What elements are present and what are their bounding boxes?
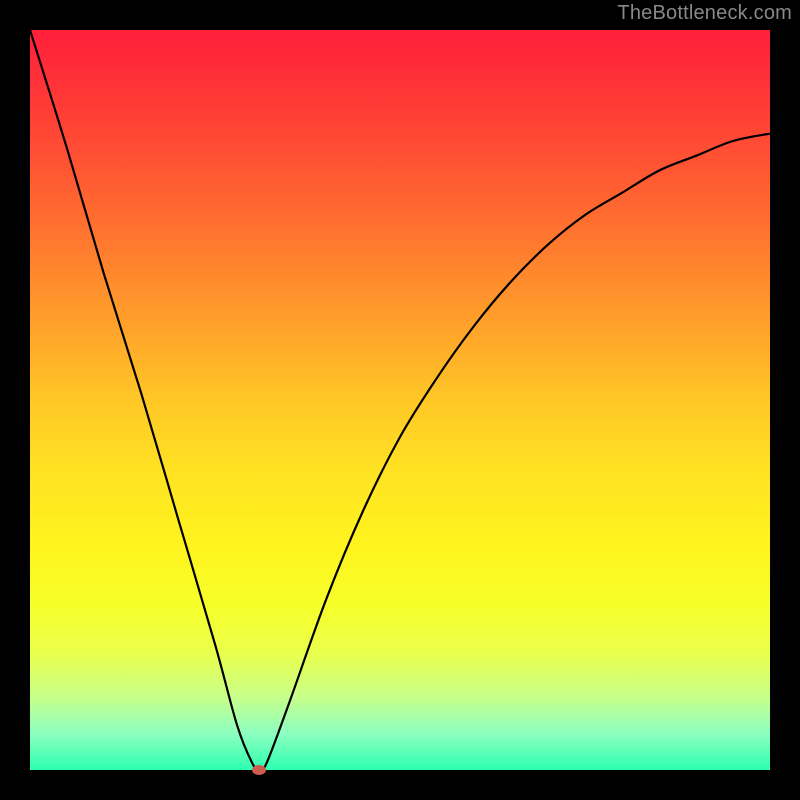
plot-area <box>30 30 770 770</box>
watermark-text: TheBottleneck.com <box>617 2 792 25</box>
bottleneck-curve <box>30 30 770 770</box>
optimum-marker <box>252 765 266 775</box>
curve-path <box>30 30 770 770</box>
chart-frame: TheBottleneck.com <box>0 0 800 800</box>
